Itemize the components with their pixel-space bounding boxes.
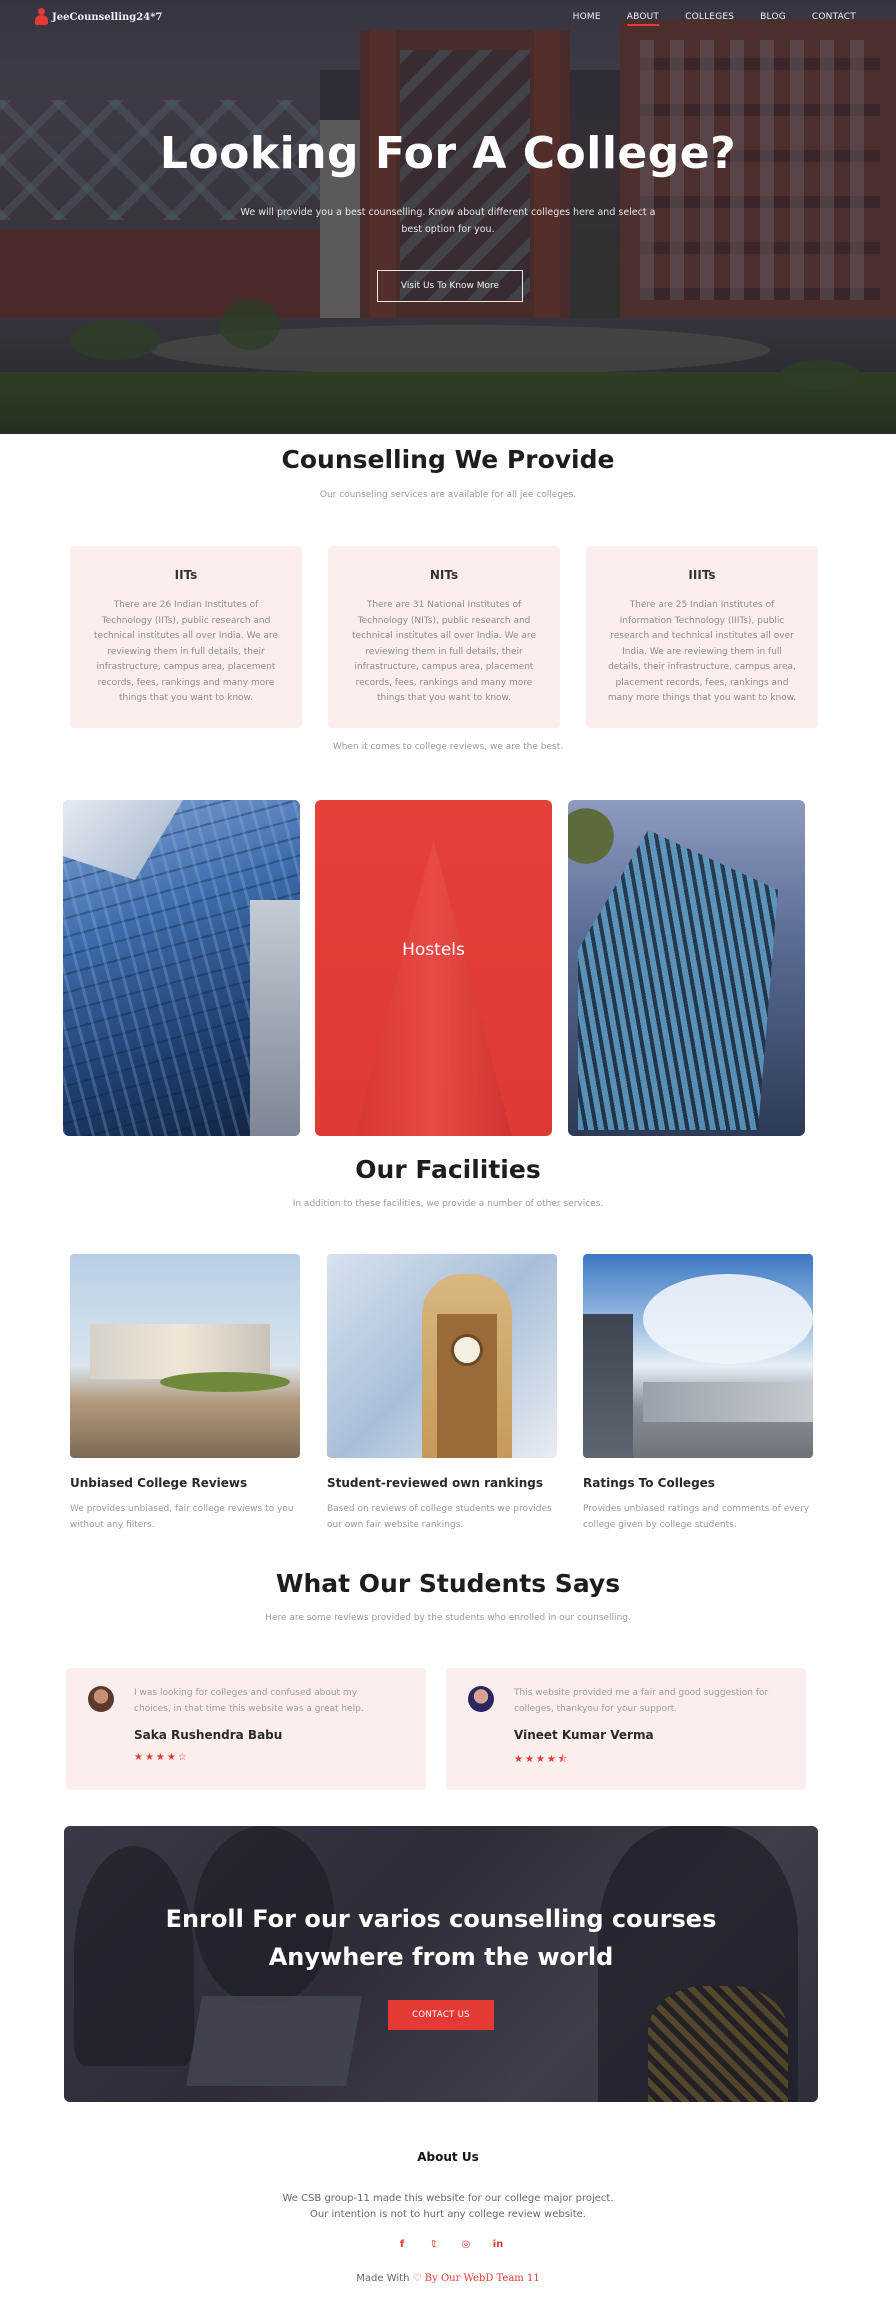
reviewer-name: Vineet Kumar Verma	[514, 1728, 654, 1742]
instagram-icon[interactable]: ◎	[460, 2238, 472, 2252]
counselling-title: Counselling We Provide	[281, 445, 615, 474]
enroll-banner: Enroll For our varios counselling course…	[64, 1826, 818, 2102]
nav-colleges[interactable]: COLLEGES	[685, 12, 734, 22]
facilities-subtitle: In addition to these facilities, we prov…	[292, 1199, 604, 1209]
card-iits: IITs There are 26 Indian Institutes of T…	[70, 546, 302, 728]
avatar	[88, 1686, 114, 1712]
brand-name: JeeCounselling24*7	[52, 11, 163, 23]
linkedin-icon[interactable]: in	[492, 2238, 504, 2252]
facility-title: Unbiased College Reviews	[70, 1476, 248, 1490]
hero-section: JeeCounselling24*7 HOME ABOUT COLLEGES B…	[0, 0, 896, 434]
nav-about[interactable]: ABOUT	[626, 12, 660, 26]
student-icon	[34, 8, 48, 26]
main-nav: HOME ABOUT COLLEGES BLOG CONTACT	[573, 12, 856, 26]
facility-text: Provides unbiased ratings and comments o…	[583, 1504, 810, 1530]
card-iiits: IIITs There are 25 Indian Institutes of …	[586, 546, 818, 728]
hero-title: Looking For A College?	[159, 128, 737, 179]
card-nits: NITs There are 31 National Institutes of…	[328, 546, 560, 728]
social-links: f 𝕥 ◎ in	[396, 2238, 504, 2252]
card-title: IITs	[174, 568, 198, 582]
reviewer-name: Saka Rushendra Babu	[134, 1728, 283, 1742]
image-tiles: Hostels	[63, 800, 805, 1136]
facility-clocktower-image	[327, 1254, 557, 1458]
card-text: There are 25 Indian Institutes of Inform…	[607, 600, 797, 703]
star-rating: ★★★★☆	[134, 1752, 189, 1763]
facility-title: Student-reviewed own rankings	[327, 1476, 544, 1490]
nav-blog[interactable]: BLOG	[760, 12, 786, 22]
facility-item: Unbiased College Reviews We provides unb…	[70, 1254, 300, 1533]
card-title: NITs	[429, 568, 459, 582]
review-card: I was looking for colleges and confused …	[66, 1668, 426, 1790]
brand-logo[interactable]: JeeCounselling24*7	[34, 8, 162, 26]
facebook-icon[interactable]: f	[396, 2238, 408, 2252]
made-prefix: Made With	[356, 2273, 410, 2284]
contact-us-button[interactable]: CONTACT US	[388, 2000, 494, 2030]
footer-line-2: Our intention is not to hurt any college…	[310, 2209, 586, 2220]
tile-skyscraper-image[interactable]	[63, 800, 300, 1136]
review-card: This website provided me a fair and good…	[446, 1668, 806, 1790]
testimonials-subtitle: Here are some reviews provided by the st…	[265, 1613, 631, 1623]
visit-us-button[interactable]: Visit Us To Know More	[377, 270, 523, 302]
facility-title: Ratings To Colleges	[583, 1476, 715, 1490]
counselling-subtitle: Our counseling services are available fo…	[319, 490, 577, 500]
star-rating: ★★★★⯪	[514, 1754, 570, 1765]
card-text: There are 31 National Institutes of Tech…	[352, 600, 536, 703]
card-title: IIITs	[688, 568, 716, 582]
facility-campus-image	[70, 1254, 300, 1458]
enroll-line-2: Anywhere from the world	[268, 1943, 614, 1971]
card-text: There are 26 Indian Institutes of Techno…	[94, 600, 278, 703]
reviews-list: I was looking for colleges and confused …	[66, 1668, 818, 1790]
testimonials-title: What Our Students Says	[275, 1569, 621, 1598]
facility-item: Student-reviewed own rankings Based on r…	[327, 1254, 557, 1533]
best-reviews-line: When it comes to college reviews, we are…	[332, 742, 564, 752]
counselling-cards: IITs There are 26 Indian Institutes of T…	[70, 546, 818, 728]
hero-subtitle: We will provide you a best counselling. …	[240, 207, 656, 235]
facility-campus-sky-image	[583, 1254, 813, 1458]
footer-line-1: We CSB group-11 made this website for ou…	[282, 2193, 614, 2204]
nav-home[interactable]: HOME	[573, 12, 601, 22]
nav-contact[interactable]: CONTACT	[812, 12, 856, 22]
avatar	[468, 1686, 494, 1712]
enroll-heading: Enroll For our varios counselling course…	[64, 1900, 818, 1976]
facility-text: Based on reviews of college students we …	[327, 1504, 552, 1530]
review-text: I was looking for colleges and confused …	[134, 1688, 364, 1714]
facility-item: Ratings To Colleges Provides unbiased ra…	[583, 1254, 813, 1533]
heart-icon: ♡	[412, 2273, 422, 2284]
team-credit: By Our WebD Team 11	[424, 2273, 540, 2284]
facilities-title: Our Facilities	[355, 1155, 541, 1184]
made-with-line: Made With ♡ By Our WebD Team 11	[0, 2273, 896, 2284]
review-text: This website provided me a fair and good…	[514, 1688, 769, 1714]
tile-glass-building-image[interactable]	[568, 800, 805, 1136]
footer-title: About Us	[417, 2150, 479, 2164]
navbar: JeeCounselling24*7 HOME ABOUT COLLEGES B…	[0, 0, 896, 40]
facility-text: We provides unbiased, fair college revie…	[70, 1504, 294, 1530]
footer-about-text: We CSB group-11 made this website for ou…	[0, 2191, 896, 2223]
tile-hostels-label: Hostels	[402, 940, 465, 960]
tile-hostels[interactable]: Hostels	[315, 800, 552, 1136]
twitter-icon[interactable]: 𝕥	[428, 2238, 440, 2252]
enroll-line-1: Enroll For our varios counselling course…	[165, 1905, 717, 1933]
